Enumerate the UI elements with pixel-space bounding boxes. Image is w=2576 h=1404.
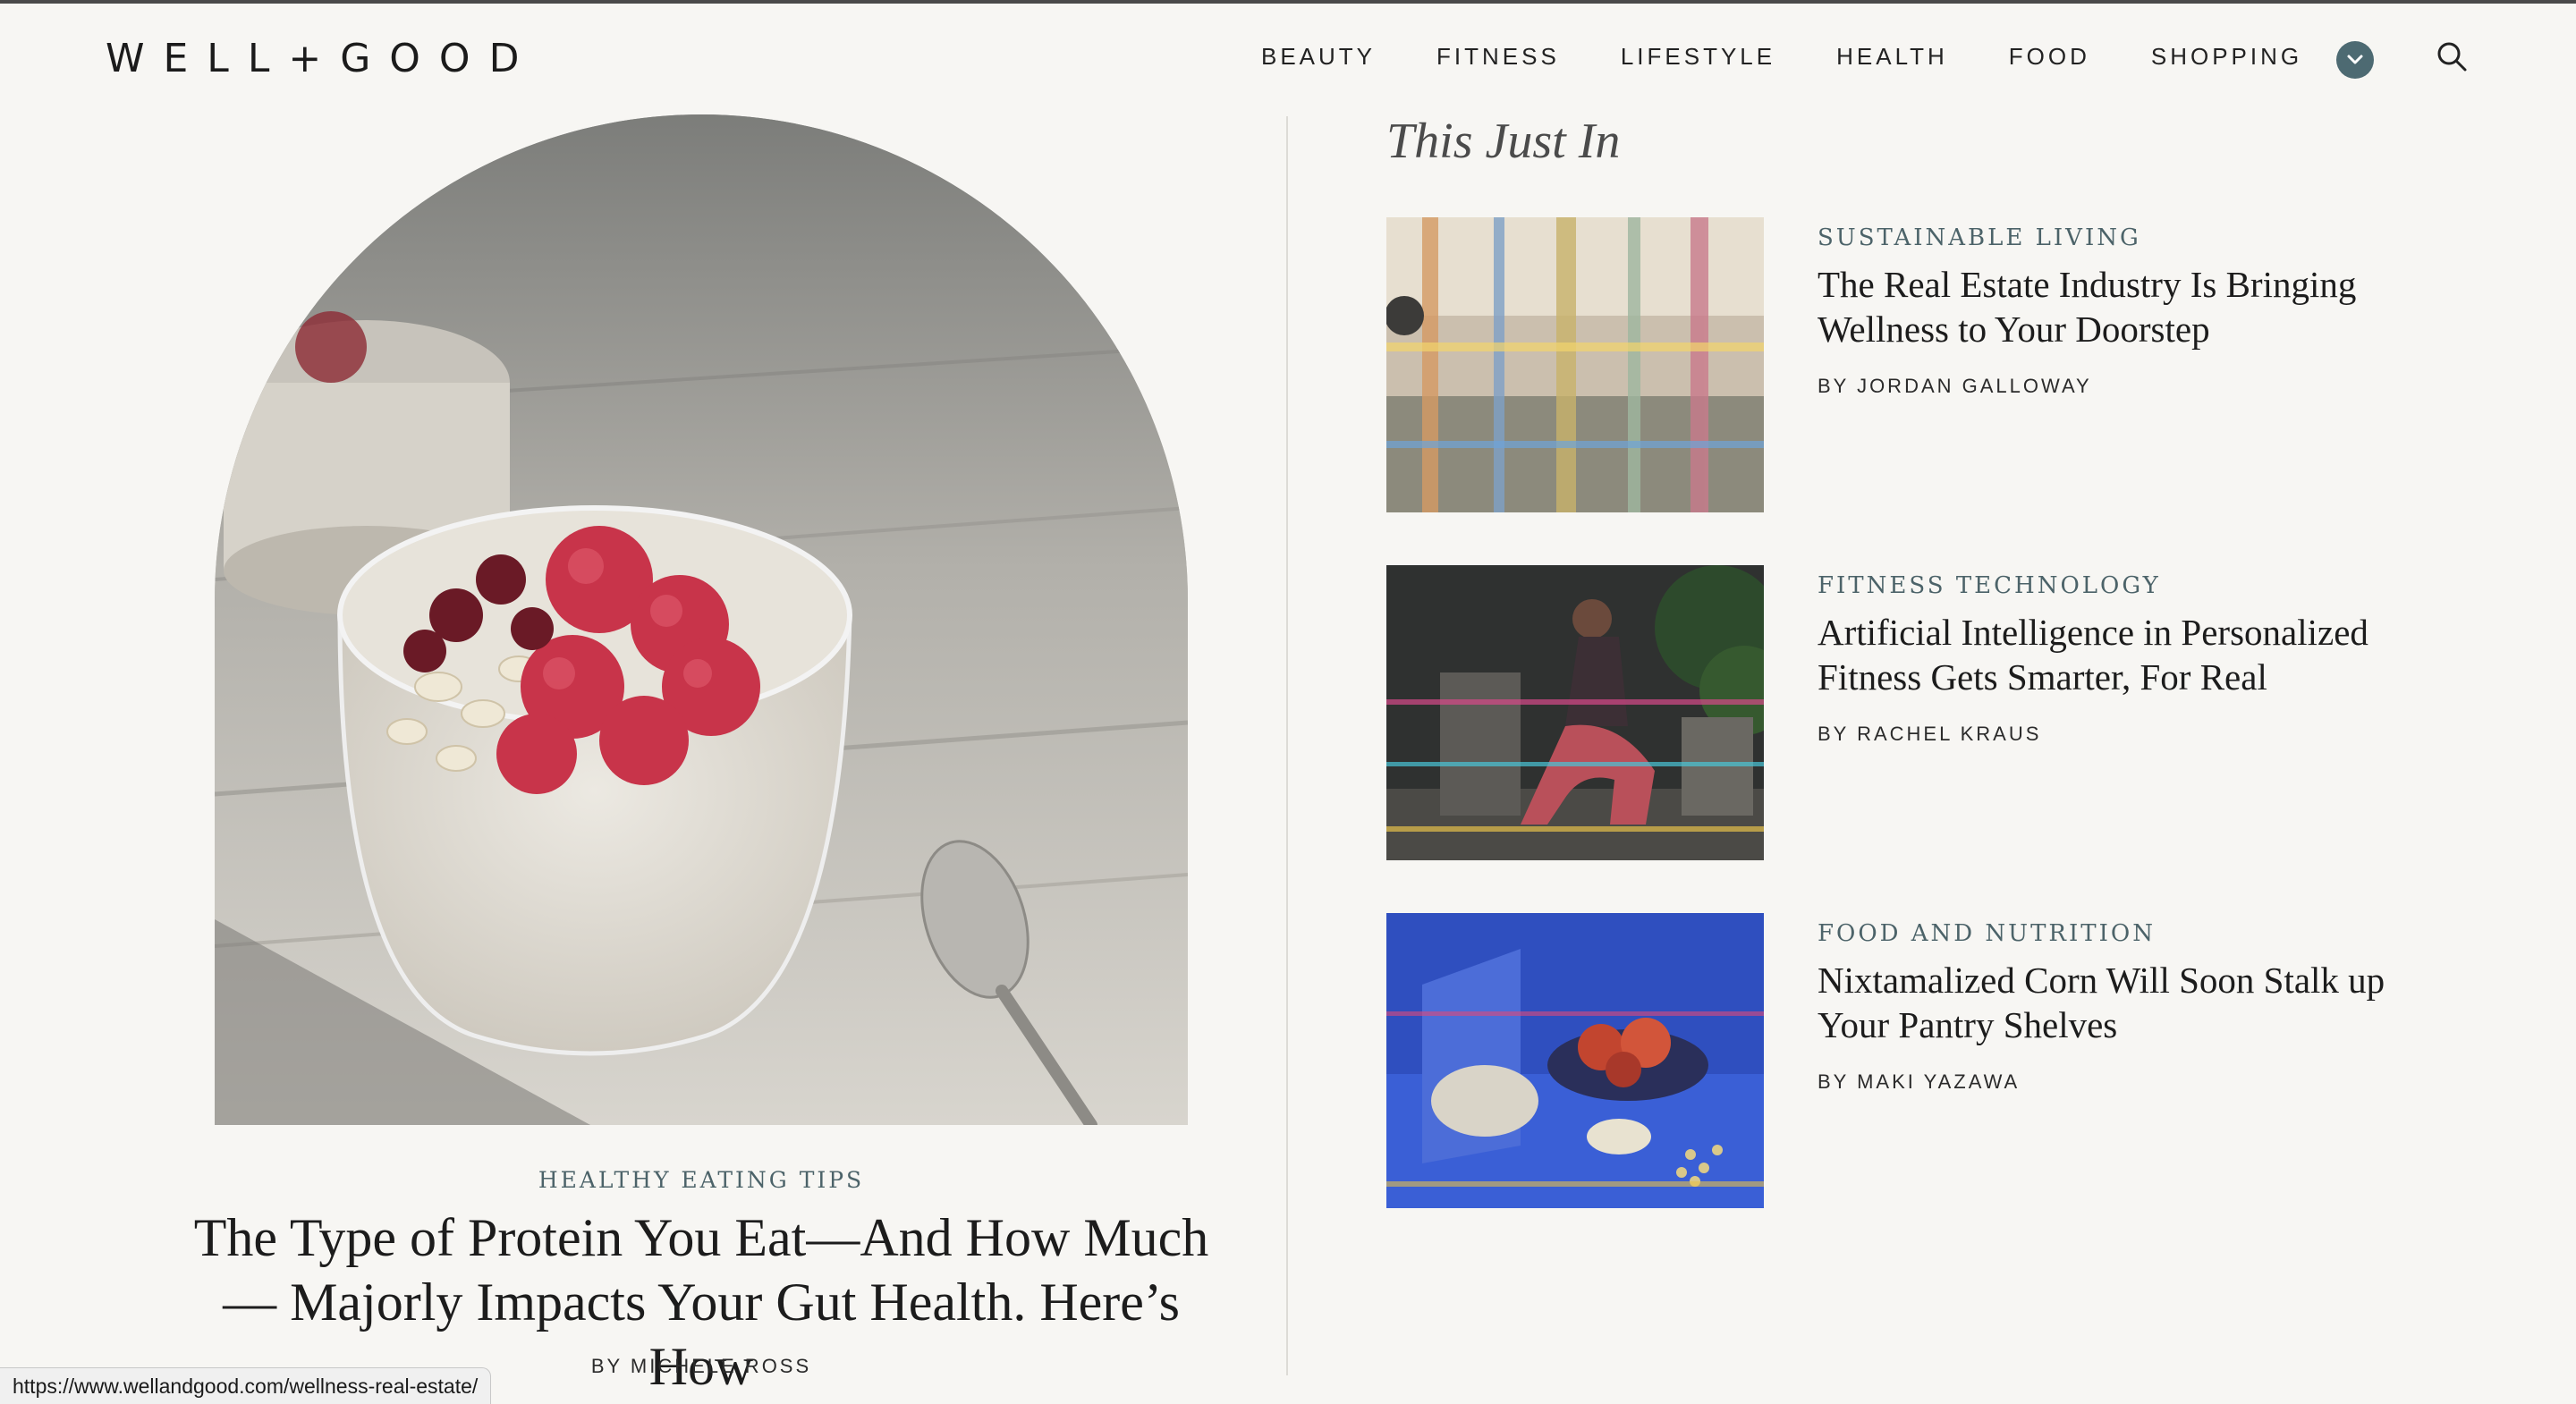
story-text: FOOD AND NUTRITION Nixtamalized Corn Wil…	[1818, 920, 2390, 1094]
main-nav: BEAUTY FITNESS LIFESTYLE HEALTH FOOD SHO…	[1261, 43, 2363, 71]
story-title[interactable]: The Real Estate Industry Is Bringing Wel…	[1818, 262, 2390, 351]
nav-item-shopping[interactable]: SHOPPING	[2151, 43, 2302, 71]
story-author[interactable]: BY JORDAN GALLOWAY	[1818, 375, 2390, 398]
story-category[interactable]: FITNESS TECHNOLOGY	[1818, 572, 2390, 599]
status-bar-url: https://www.wellandgood.com/wellness-rea…	[0, 1367, 492, 1404]
nav-item-fitness[interactable]: FITNESS	[1436, 43, 1560, 71]
nav-item-beauty[interactable]: BEAUTY	[1261, 43, 1376, 71]
story-title[interactable]: Artificial Intelligence in Personalized …	[1818, 610, 2390, 699]
story-text: FITNESS TECHNOLOGY Artificial Intelligen…	[1818, 572, 2390, 746]
nav-item-lifestyle[interactable]: LIFESTYLE	[1621, 43, 1775, 71]
featured-category[interactable]: HEALTHY EATING TIPS	[215, 1167, 1188, 1193]
story-text: SUSTAINABLE LIVING The Real Estate Indus…	[1818, 224, 2390, 398]
story-author[interactable]: BY MAKI YAZAWA	[1818, 1070, 2390, 1094]
site-logo[interactable]: WELL+GOOD	[106, 36, 538, 81]
story-category[interactable]: SUSTAINABLE LIVING	[1818, 224, 2390, 251]
story-card: FITNESS TECHNOLOGY Artificial Intelligen…	[1386, 565, 2460, 860]
column-divider	[1286, 116, 1288, 1375]
nav-more-button[interactable]	[2336, 41, 2374, 79]
nav-item-food[interactable]: FOOD	[2009, 43, 2090, 71]
story-thumbnail[interactable]	[1386, 217, 1764, 512]
search-button[interactable]	[2435, 39, 2470, 75]
search-icon	[2437, 42, 2467, 72]
window-top-border	[0, 0, 2576, 4]
story-author[interactable]: BY RACHEL KRAUS	[1818, 723, 2390, 746]
featured-image[interactable]	[215, 114, 1188, 1125]
story-title[interactable]: Nixtamalized Corn Will Soon Stalk up You…	[1818, 958, 2390, 1047]
nav-item-health[interactable]: HEALTH	[1836, 43, 1948, 71]
story-card: SUSTAINABLE LIVING The Real Estate Indus…	[1386, 217, 2460, 512]
story-thumbnail[interactable]	[1386, 565, 1764, 860]
this-just-in-heading: This Just In	[1386, 114, 1621, 169]
chevron-down-icon	[2347, 55, 2363, 64]
story-card: FOOD AND NUTRITION Nixtamalized Corn Wil…	[1386, 913, 2460, 1208]
story-thumbnail[interactable]	[1386, 913, 1764, 1208]
story-category[interactable]: FOOD AND NUTRITION	[1818, 920, 2390, 947]
